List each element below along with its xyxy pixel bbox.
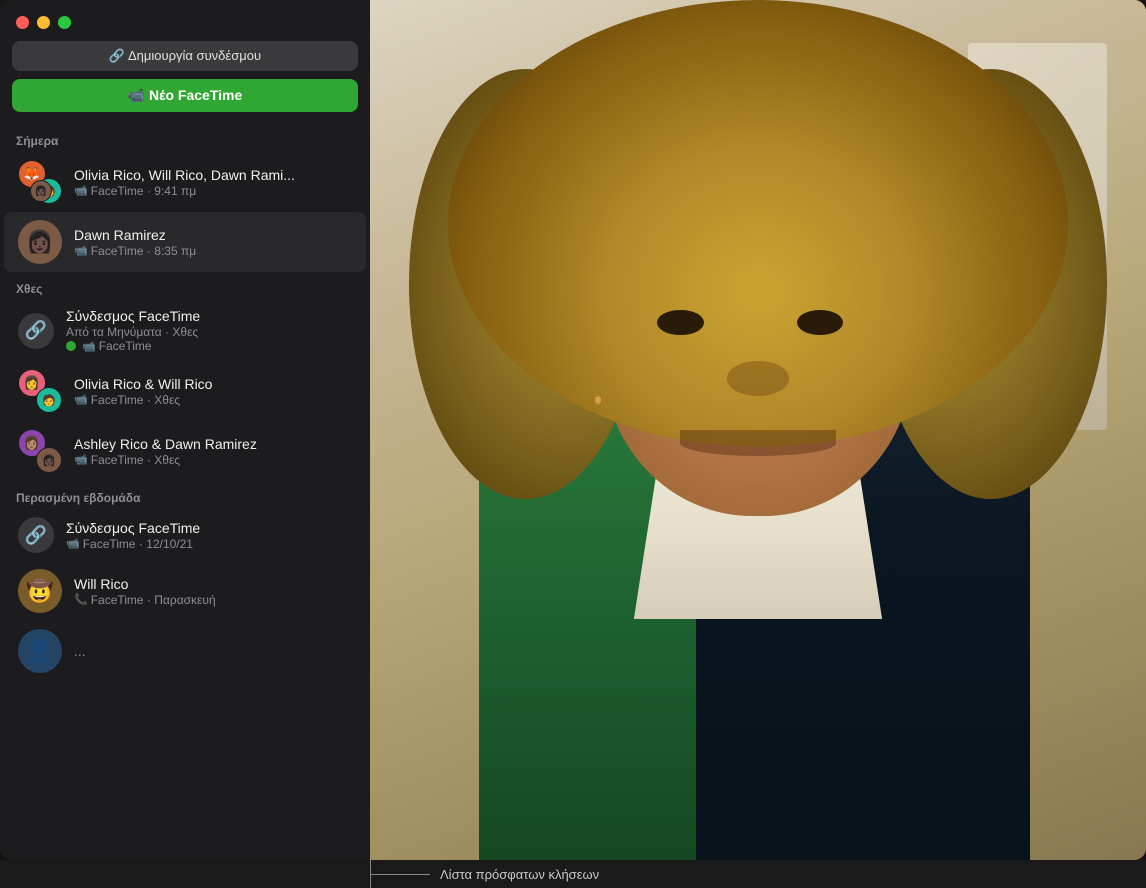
today-section-label: Σήμερα: [0, 124, 370, 152]
call-meta-will: 📞 FaceTime · Παρασκευή: [74, 593, 352, 607]
annotation-bar: Λίστα πρόσφατων κλήσεων: [0, 860, 1146, 888]
avatar-will-rico: 🤠: [18, 569, 62, 613]
annotation-vertical: [370, 860, 371, 888]
call-item-ashley-dawn[interactable]: 👩🏽 👩🏿 Ashley Rico & Dawn Ramirez 📹 FaceT…: [4, 421, 366, 481]
call-info-ashley-dawn: Ashley Rico & Dawn Ramirez 📹 FaceTime · …: [74, 436, 352, 467]
avatar-dawn2: 👩🏿: [36, 447, 62, 473]
video-background: [370, 0, 1146, 860]
call-item-partial: 👤 ...: [4, 621, 366, 681]
main-video-area: [370, 0, 1146, 860]
call-time-dawn: FaceTime · 8:35 πμ: [91, 244, 196, 258]
create-link-button[interactable]: 🔗 Δημιουργία συνδέσμου: [12, 41, 358, 71]
sidebar: 🔗 Δημιουργία συνδέσμου 📹 Νέο FaceTime Σή…: [0, 0, 370, 860]
call-meta-ashley-dawn: 📹 FaceTime · Χθες: [74, 453, 352, 467]
facetime-label-link: FaceTime: [99, 339, 152, 353]
call-time: FaceTime · 9:41 πμ: [91, 184, 196, 198]
call-item-group-today[interactable]: 🦊 🧑 👩🏿 Olivia Rico, Will Rico, Dawn Rami…: [4, 152, 366, 212]
yesterday-section-label: Χθες: [0, 272, 370, 300]
call-name: Olivia Rico, Will Rico, Dawn Rami...: [74, 167, 352, 183]
link-avatar-lw: 🔗: [18, 517, 54, 553]
call-name-ashley-dawn: Ashley Rico & Dawn Ramirez: [74, 436, 352, 452]
call-info-link-lw: Σύνδεσμος FaceTime 📹 FaceTime · 12/10/21: [66, 520, 352, 551]
video-cam-icon-ad: 📹: [74, 453, 88, 466]
earring-left: [595, 396, 601, 404]
link-avatar: 🔗: [18, 313, 54, 349]
call-list: Σήμερα 🦊 🧑 👩🏿 Olivia Rico, Will Rico, Da…: [0, 124, 370, 860]
call-info-link-yesterday: Σύνδεσμος FaceTime Από τα Μηνύματα · Χθε…: [66, 308, 352, 353]
call-meta-link-lw: 📹 FaceTime · 12/10/21: [66, 537, 352, 551]
phone-icon-will: 📞: [74, 593, 88, 606]
call-meta-dawn: 📹 FaceTime · 8:35 πμ: [74, 244, 352, 258]
call-meta-text-line1: Από τα Μηνύματα · Χθες: [66, 325, 198, 339]
green-dot-icon: [66, 341, 76, 351]
video-cam-icon-link: 📹: [82, 340, 96, 353]
call-time-ad: FaceTime · Χθες: [91, 453, 180, 467]
call-name-link: Σύνδεσμος FaceTime: [66, 308, 352, 324]
call-meta-link-line2: 📹 FaceTime: [66, 339, 352, 353]
call-info-will: Will Rico 📞 FaceTime · Παρασκευή: [74, 576, 352, 607]
traffic-lights: [0, 0, 370, 41]
call-item-olivia-will[interactable]: 👩 🧑 Olivia Rico & Will Rico 📹 FaceTime ·…: [4, 361, 366, 421]
call-name-dawn: Dawn Ramirez: [74, 227, 352, 243]
call-item-link-lastweek[interactable]: 🔗 Σύνδεσμος FaceTime 📹 FaceTime · 12/10/…: [4, 509, 366, 561]
avatar-dawn-ramirez: 👩🏿: [18, 220, 62, 264]
call-info-partial: ...: [74, 643, 352, 659]
close-button[interactable]: [16, 16, 29, 29]
call-meta-link-line1: Από τα Μηνύματα · Χθες: [66, 325, 352, 339]
avatar-group-olivia-will: 👩 🧑: [18, 369, 62, 413]
minimize-button[interactable]: [37, 16, 50, 29]
call-meta-olivia-will: 📹 FaceTime · Χθες: [74, 393, 352, 407]
maximize-button[interactable]: [58, 16, 71, 29]
call-time-will: FaceTime · Παρασκευή: [91, 593, 216, 607]
call-name-will: Will Rico: [74, 576, 352, 592]
call-meta: 📹 FaceTime · 9:41 πμ: [74, 184, 352, 198]
avatar-partial: 👤: [18, 629, 62, 673]
avatar-will2: 🧑: [36, 387, 62, 413]
video-cam-icon-ow: 📹: [74, 393, 88, 406]
video-cam-icon: 📹: [74, 184, 88, 197]
call-name-link-lw: Σύνδεσμος FaceTime: [66, 520, 352, 536]
action-buttons: 🔗 Δημιουργία συνδέσμου 📹 Νέο FaceTime: [0, 41, 370, 124]
annotation-pointer-line: [370, 874, 430, 875]
call-name-olivia-will: Olivia Rico & Will Rico: [74, 376, 352, 392]
call-time-lw: FaceTime · 12/10/21: [83, 537, 193, 551]
video-cam-icon-lw: 📹: [66, 537, 80, 550]
nose: [727, 361, 789, 395]
avatar-group-ashley-dawn: 👩🏽 👩🏿: [18, 429, 62, 473]
new-facetime-button[interactable]: 📹 Νέο FaceTime: [12, 79, 358, 112]
call-name-partial: ...: [74, 643, 352, 659]
call-info-group-today: Olivia Rico, Will Rico, Dawn Rami... 📹 F…: [74, 167, 352, 198]
mouth: [680, 430, 835, 456]
call-info-olivia-will: Olivia Rico & Will Rico 📹 FaceTime · Χθε…: [74, 376, 352, 407]
call-item-will-rico[interactable]: 🤠 Will Rico 📞 FaceTime · Παρασκευή: [4, 561, 366, 621]
call-time-ow: FaceTime · Χθες: [91, 393, 180, 407]
eye-left: [657, 310, 704, 336]
call-item-link-yesterday[interactable]: 🔗 Σύνδεσμος FaceTime Από τα Μηνύματα · Χ…: [4, 300, 366, 361]
call-info-dawn: Dawn Ramirez 📹 FaceTime · 8:35 πμ: [74, 227, 352, 258]
call-item-dawn-ramirez[interactable]: 👩🏿 Dawn Ramirez 📹 FaceTime · 8:35 πμ: [4, 212, 366, 272]
last-week-section-label: Περασμένη εβδομάδα: [0, 481, 370, 509]
avatar-dawn: 👩🏿: [30, 180, 52, 202]
video-cam-icon-dawn: 📹: [74, 244, 88, 257]
avatar-group: 🦊 🧑 👩🏿: [18, 160, 62, 204]
annotation-text: Λίστα πρόσφατων κλήσεων: [440, 867, 599, 882]
